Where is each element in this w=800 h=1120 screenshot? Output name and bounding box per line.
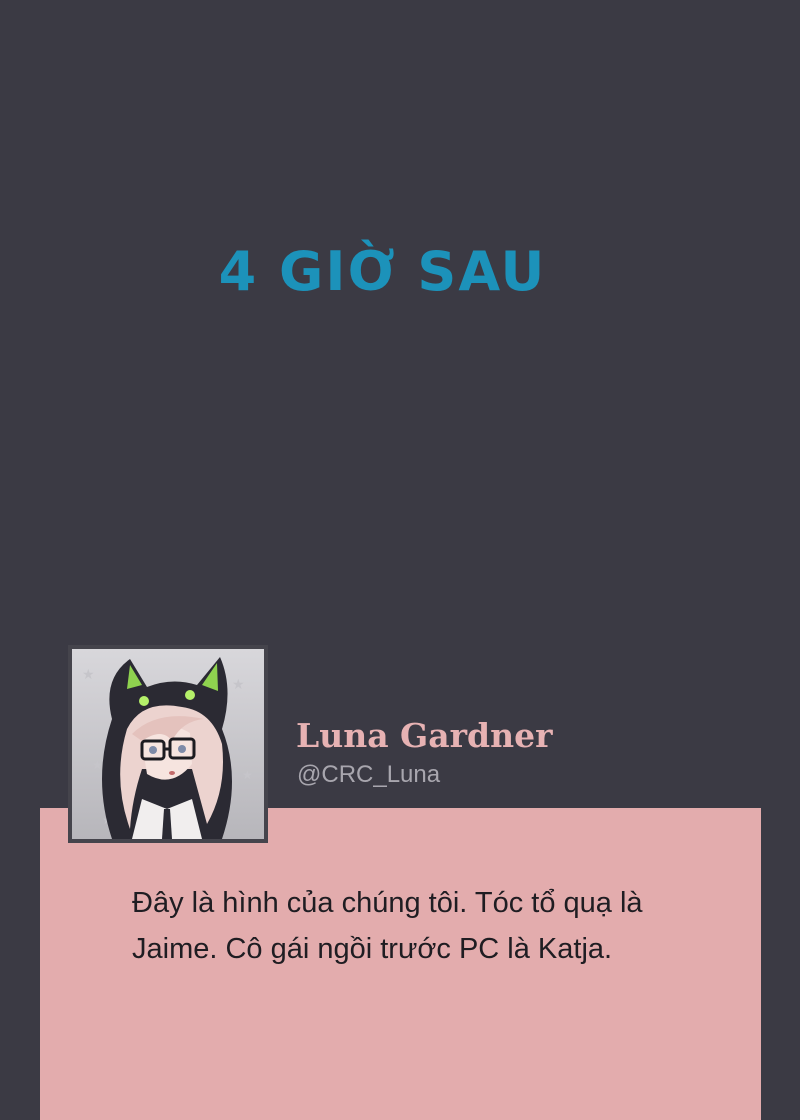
svg-text:★: ★ [92,758,103,772]
svg-text:★: ★ [82,667,95,683]
author-name[interactable]: Luna Gardner [296,716,552,755]
caption-title: 4 GIỜ SAU [218,240,547,303]
avatar-illustration-icon: ★ ★ ★ ★ ★ [72,649,264,839]
avatar[interactable]: ★ ★ ★ ★ ★ [68,645,268,843]
svg-text:★: ★ [232,677,245,693]
author-handle[interactable]: @CRC_Luna [297,761,440,789]
svg-text:★: ★ [242,768,253,782]
post-text: Đây là hình của chúng tôi. Tóc tổ quạ là… [132,887,643,965]
